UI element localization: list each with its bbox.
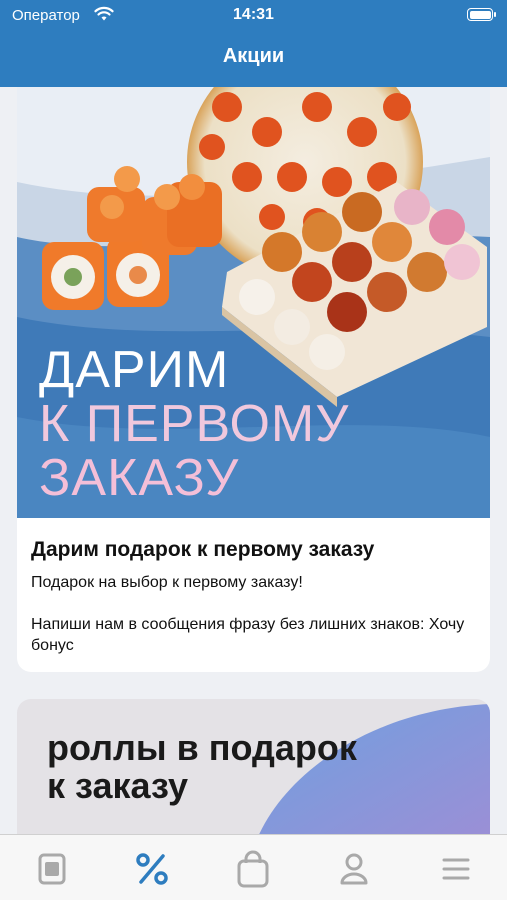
tab-bar xyxy=(0,834,507,900)
promo-description-line: Напиши нам в сообщения фразу без лишних … xyxy=(31,616,465,654)
tab-more[interactable] xyxy=(436,849,476,889)
promo-banner-image: ДАРИМ К ПЕРВОМУ ЗАКАЗУ xyxy=(17,87,490,518)
banner-line-3: ЗАКАЗУ xyxy=(39,449,240,507)
tab-promos[interactable] xyxy=(132,849,172,889)
page-title: Акции xyxy=(222,45,285,67)
promo-card[interactable]: роллы в подарок к заказу xyxy=(17,699,490,839)
promo-card[interactable]: ДАРИМ К ПЕРВОМУ ЗАКАЗУ Дарим подарок к п… xyxy=(17,87,490,672)
app-header: Оператор 14:31 Акции xyxy=(0,0,507,87)
banner-line-1: ДАРИМ xyxy=(39,341,230,399)
banner-headline: ДАРИМ К ПЕРВОМУ ЗАКАЗУ xyxy=(39,343,349,505)
banner-headline: роллы в подарок к заказу xyxy=(47,729,357,805)
banner-line-1: роллы в подарок xyxy=(47,727,357,768)
tab-profile[interactable] xyxy=(334,849,374,889)
bag-icon xyxy=(237,850,269,888)
tab-menu[interactable] xyxy=(32,849,72,889)
percent-icon xyxy=(136,853,168,885)
promo-title: Дарим подарок к первому заказу xyxy=(31,538,375,561)
banner-line-2: К ПЕРВОМУ xyxy=(39,395,350,453)
menu-book-icon xyxy=(38,853,66,885)
promo-description-line: Подарок на выбор к первому заказу! xyxy=(31,574,303,591)
profile-icon xyxy=(340,853,368,885)
status-bar: Оператор 14:31 xyxy=(0,0,507,32)
battery-icon xyxy=(467,8,496,21)
banner-line-2: к заказу xyxy=(47,765,188,806)
hamburger-icon xyxy=(442,858,470,880)
clock: 14:31 xyxy=(233,6,274,23)
tab-cart[interactable] xyxy=(233,849,273,889)
promo-description: Подарок на выбор к первому заказу! Напиш… xyxy=(31,572,471,672)
